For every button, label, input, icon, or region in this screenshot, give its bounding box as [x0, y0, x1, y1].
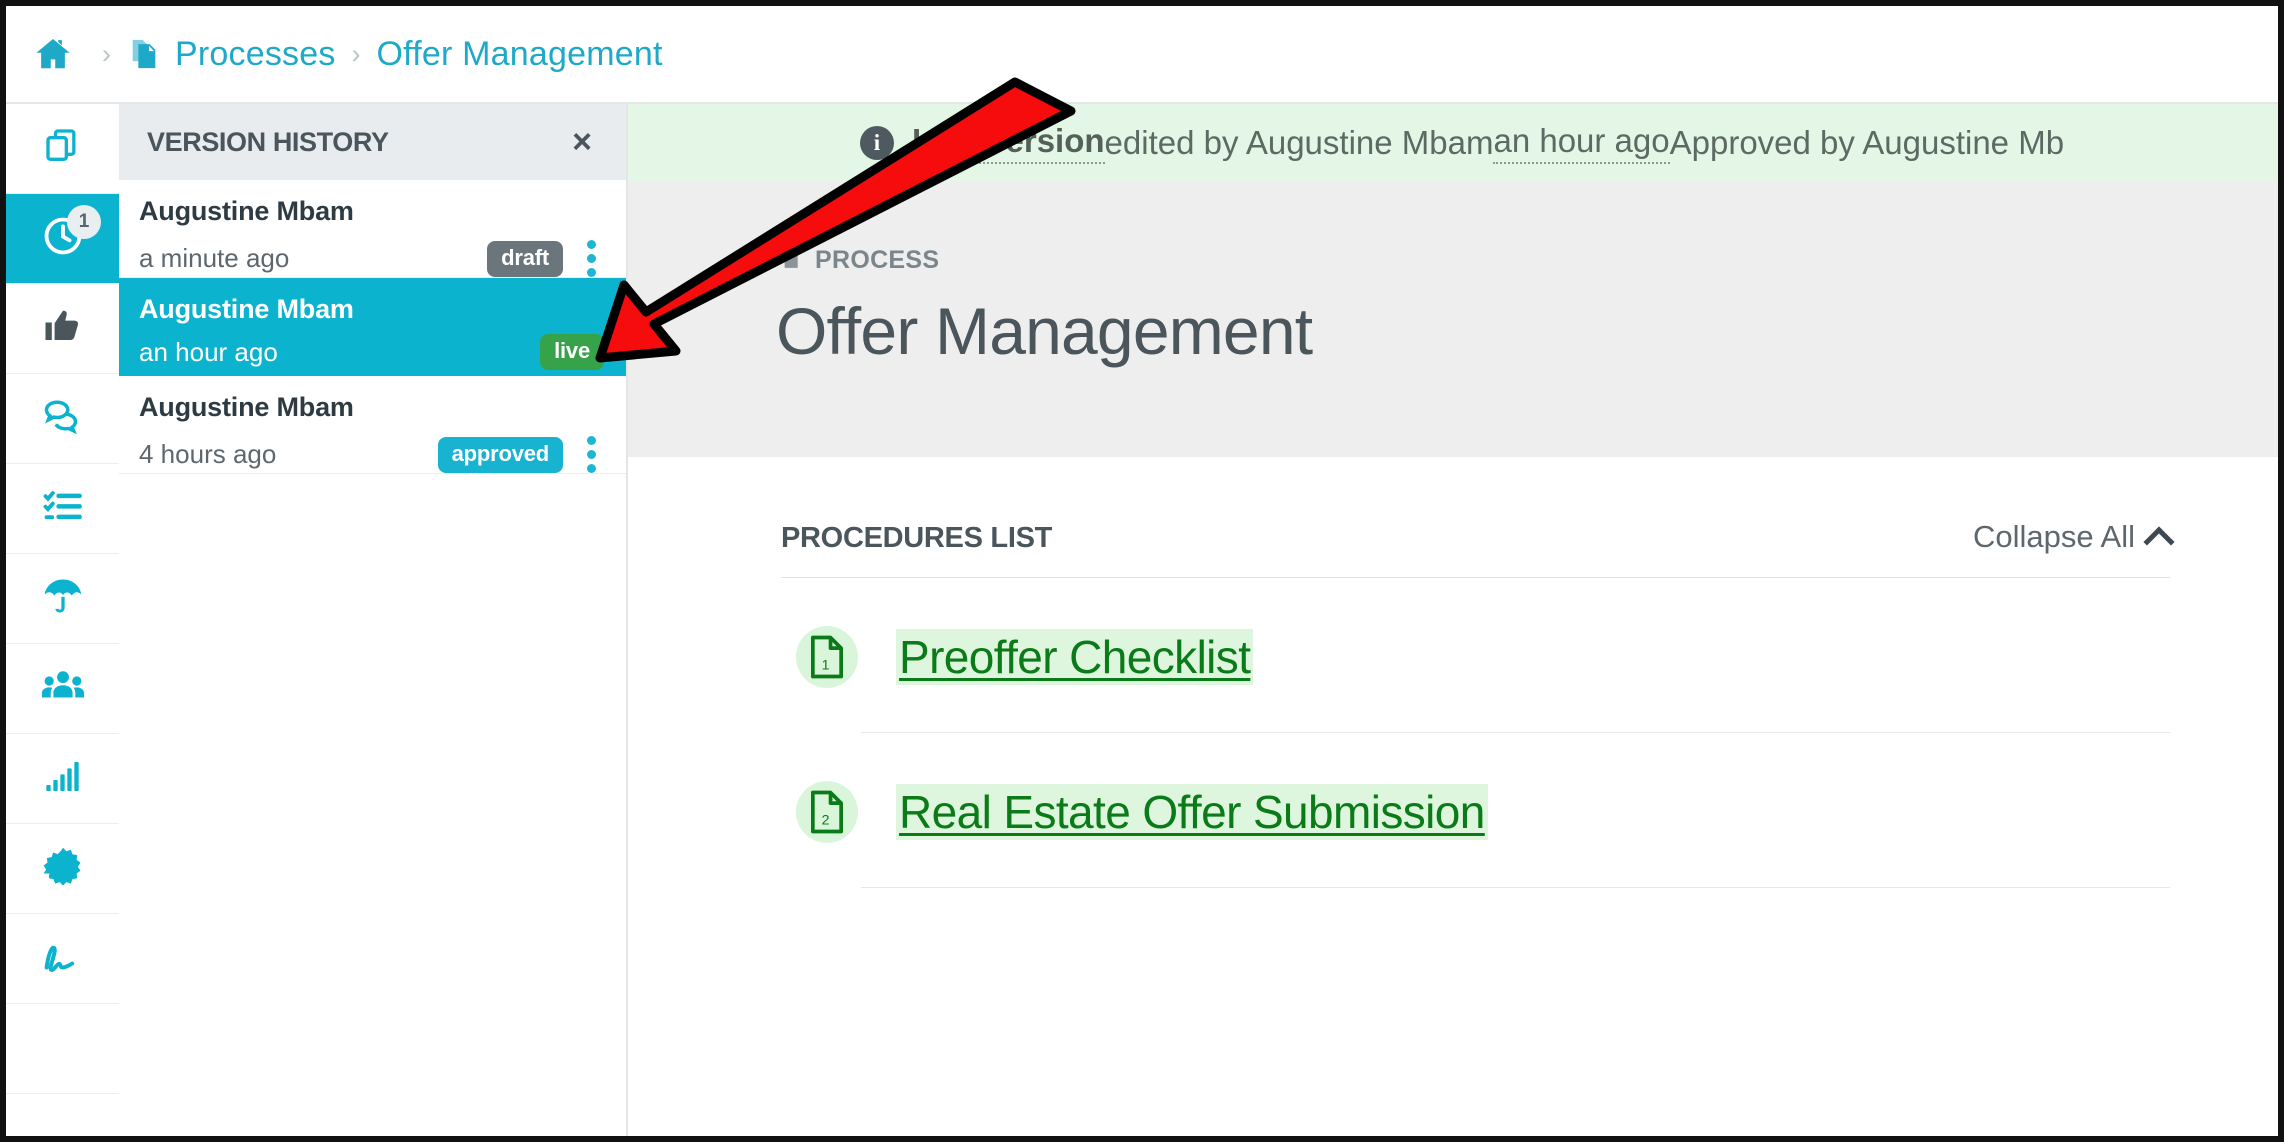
icon-rail: 1	[6, 104, 121, 1136]
process-copy-icon	[127, 37, 161, 71]
banner-time-link[interactable]: an hour ago	[1493, 122, 1670, 164]
procedure-item-2[interactable]: 2 Real Estate Offer Submission	[776, 733, 2278, 843]
collapse-all-label: Collapse All	[1973, 519, 2135, 554]
signature-icon	[40, 936, 86, 981]
version-author: Augustine Mbam	[139, 294, 354, 324]
collapse-all-button[interactable]: Collapse All	[1973, 519, 2175, 558]
chat-bubbles-icon	[41, 394, 85, 443]
breadcrumb: › Processes › Offer Management	[6, 6, 2278, 104]
rail-item-analytics[interactable]	[6, 734, 119, 824]
rail-item-endorsements[interactable]	[6, 284, 119, 374]
rail-item-signature[interactable]	[6, 914, 119, 1004]
process-copy-icon	[776, 244, 802, 277]
svg-text:1: 1	[822, 656, 830, 672]
version-row-draft[interactable]: Augustine Mbam a minute ago draft	[119, 180, 626, 278]
status-badge-live: live	[540, 334, 604, 371]
version-history-panel: VERSION HISTORY × Augustine Mbam a minut…	[119, 104, 628, 1136]
version-history-header: VERSION HISTORY ×	[119, 104, 626, 180]
rail-item-empty	[6, 1004, 119, 1094]
rail-item-teams[interactable]	[6, 644, 119, 734]
breadcrumb-item-offer-management[interactable]: Offer Management	[377, 35, 663, 74]
home-icon	[34, 35, 72, 73]
version-author: Augustine Mbam	[139, 392, 354, 422]
app-window: › Processes › Offer Management 1 VERSION…	[0, 0, 2284, 1142]
procedure-item-1[interactable]: 1 Preoffer Checklist	[776, 578, 2278, 688]
rail-item-certification[interactable]	[6, 824, 119, 914]
kebab-menu-icon[interactable]	[579, 432, 604, 477]
rail-item-comments[interactable]	[6, 374, 119, 464]
thumbs-up-icon	[42, 305, 84, 352]
procedure-item-divider-2	[861, 887, 2170, 888]
document-kicker-label: PROCESS	[815, 246, 940, 274]
copy-documents-icon	[43, 126, 83, 171]
svg-text:2: 2	[822, 811, 830, 827]
status-badge-draft: draft	[487, 240, 563, 277]
page-title: Offer Management	[776, 294, 1313, 368]
breadcrumb-label-processes: Processes	[175, 34, 336, 73]
breadcrumb-separator-2: ›	[351, 38, 361, 69]
breadcrumb-home[interactable]	[34, 35, 86, 73]
version-time: 4 hours ago	[139, 439, 277, 470]
version-row-live[interactable]: Augustine Mbam an hour ago live	[119, 278, 626, 376]
procedures-header: PROCEDURES LIST Collapse All	[776, 457, 2278, 558]
rail-item-risk[interactable]	[6, 554, 119, 644]
rail-item-version-history[interactable]: 1	[6, 194, 119, 284]
people-group-icon	[40, 663, 86, 714]
close-icon[interactable]: ×	[566, 121, 598, 163]
breadcrumb-label-offer-management: Offer Management	[376, 34, 663, 73]
umbrella-icon	[41, 574, 85, 623]
document-icon: 2	[796, 781, 858, 843]
info-icon: i	[859, 126, 894, 160]
banner-edited-by-text: edited by Augustine Mbam	[1104, 124, 1494, 161]
rail-item-tasks[interactable]	[6, 464, 119, 554]
starburst-icon	[42, 845, 84, 892]
checklist-icon	[42, 485, 84, 532]
status-badge-approved: approved	[437, 436, 563, 473]
version-row-approved[interactable]: Augustine Mbam 4 hours ago approved	[119, 376, 626, 474]
chevron-up-icon	[2143, 526, 2175, 558]
version-time: a minute ago	[139, 243, 290, 274]
version-history-title: VERSION HISTORY	[147, 126, 389, 157]
banner-approved-text: Approved by Augustine Mb	[1669, 124, 2065, 161]
live-version-link[interactable]: Live version	[911, 122, 1105, 164]
procedure-link-2[interactable]: Real Estate Offer Submission	[896, 784, 1488, 840]
live-version-banner: i Live version edited by Augustine Mbam …	[626, 104, 2278, 182]
version-time: an hour ago	[139, 336, 278, 367]
document-header: PROCESS Offer Management	[626, 182, 2278, 457]
main-content: i Live version edited by Augustine Mbam …	[626, 104, 2278, 1136]
procedure-link-1[interactable]: Preoffer Checklist	[896, 629, 1254, 685]
procedures-section: PROCEDURES LIST Collapse All 1 Preoffer …	[626, 457, 2278, 888]
version-history-badge: 1	[67, 205, 101, 239]
rail-item-documents[interactable]	[6, 104, 119, 194]
version-author: Augustine Mbam	[139, 196, 354, 226]
bar-chart-icon	[43, 756, 83, 801]
breadcrumb-separator-1: ›	[102, 38, 111, 69]
kebab-menu-icon[interactable]	[579, 236, 604, 281]
document-kicker: PROCESS	[776, 244, 2278, 277]
document-icon: 1	[796, 626, 858, 688]
breadcrumb-item-processes[interactable]: Processes	[127, 35, 336, 74]
procedures-list-title: PROCEDURES LIST	[781, 522, 1053, 554]
